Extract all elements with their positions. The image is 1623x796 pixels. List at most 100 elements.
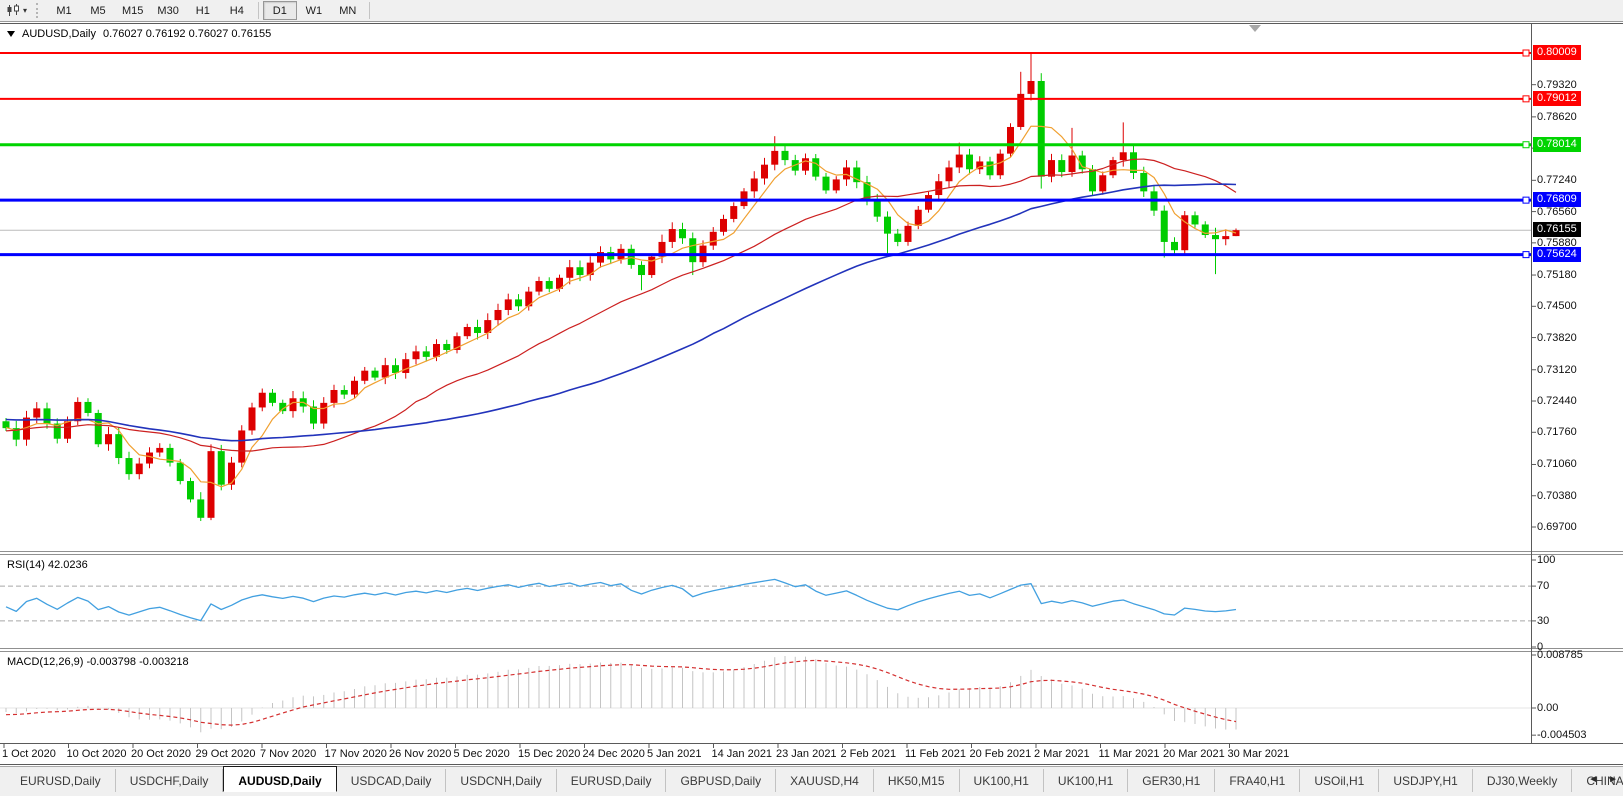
chart-tab-USOil-H1[interactable]: USOil,H1 bbox=[1300, 769, 1380, 792]
candle bbox=[1222, 229, 1230, 246]
chart-tab-USDCNH-Daily[interactable]: USDCNH,Daily bbox=[446, 769, 557, 792]
candle bbox=[515, 294, 522, 312]
candle bbox=[53, 418, 61, 444]
candle bbox=[1099, 171, 1107, 195]
chart-tab-USDCHF-Daily[interactable]: USDCHF,Daily bbox=[116, 769, 224, 792]
candle bbox=[74, 397, 82, 426]
candle bbox=[761, 157, 768, 185]
candle bbox=[740, 188, 748, 209]
candle bbox=[966, 148, 973, 175]
candle bbox=[269, 389, 276, 407]
candle bbox=[43, 402, 51, 429]
candle bbox=[422, 346, 430, 362]
tab-scroll-arrows: ◄ ► bbox=[1588, 774, 1618, 786]
candle bbox=[392, 358, 399, 380]
candle bbox=[310, 400, 317, 430]
chart-title: AUDUSD,Daily 0.76027 0.76192 0.76027 0.7… bbox=[7, 28, 271, 40]
chart-tab-GBPUSD-Daily[interactable]: GBPUSD,Daily bbox=[666, 769, 777, 792]
chart-tab-EURUSD-Daily[interactable]: EURUSD,Daily bbox=[557, 769, 667, 792]
candle bbox=[453, 332, 461, 354]
candle bbox=[976, 156, 984, 175]
timeframe-buttons: M1 M5 M15 M30 H1 H4 D1 W1 MN bbox=[47, 1, 374, 20]
candle bbox=[638, 261, 645, 291]
candle bbox=[648, 253, 656, 278]
candle bbox=[381, 357, 389, 385]
candle bbox=[945, 160, 953, 188]
candle bbox=[12, 420, 20, 447]
candle bbox=[402, 352, 410, 379]
candle bbox=[1058, 154, 1066, 178]
chart-canvas[interactable] bbox=[0, 23, 1623, 765]
candle bbox=[412, 345, 420, 365]
chart-tab-USDJPY-H1[interactable]: USDJPY,H1 bbox=[1379, 769, 1473, 792]
chart-tab-EURUSD-Daily[interactable]: EURUSD,Daily bbox=[6, 769, 116, 792]
candle bbox=[1140, 166, 1148, 197]
chart-tab-UK100-H1[interactable]: UK100,H1 bbox=[1044, 769, 1129, 792]
chart-tab-USDCAD-Daily[interactable]: USDCAD,Daily bbox=[337, 769, 447, 792]
tab-scroll-left-button[interactable]: ◄ bbox=[1588, 774, 1598, 786]
candle bbox=[1017, 71, 1025, 130]
chart-type-button[interactable]: ▾ bbox=[2, 3, 31, 18]
candle bbox=[248, 402, 256, 435]
candle bbox=[146, 447, 153, 469]
one-click-trading-toggle-icon[interactable] bbox=[7, 31, 15, 37]
candle bbox=[463, 323, 471, 340]
candle bbox=[494, 303, 502, 326]
candle bbox=[1130, 145, 1137, 180]
timeframe-button-W1[interactable]: W1 bbox=[297, 1, 331, 20]
candle bbox=[1191, 211, 1199, 228]
horizontal-line-anchor bbox=[1522, 95, 1530, 103]
macd-indicator-label: MACD(12,26,9) -0.003798 -0.003218 bbox=[7, 656, 189, 668]
chart-tabs-bar: EURUSD,Daily USDCHF,Daily AUDUSD,Daily USDC… bbox=[0, 766, 1623, 792]
dropdown-caret-icon: ▾ bbox=[23, 5, 28, 15]
macd-histogram bbox=[5, 656, 1237, 733]
candlestick-chart-icon bbox=[7, 4, 19, 16]
candle bbox=[720, 214, 727, 236]
timeframe-button-M1[interactable]: M1 bbox=[47, 1, 81, 20]
timeframe-button-MN[interactable]: MN bbox=[331, 1, 365, 20]
candle bbox=[853, 160, 861, 189]
chart-tab-HK50-M15[interactable]: HK50,M15 bbox=[874, 769, 960, 792]
candle bbox=[986, 156, 994, 180]
chart-tab-AUDUSD-Daily[interactable]: AUDUSD,Daily bbox=[223, 766, 337, 792]
candle bbox=[668, 222, 676, 249]
candle bbox=[258, 388, 266, 412]
candle bbox=[84, 398, 92, 417]
chart-symbol-period: AUDUSD,Daily bbox=[22, 28, 96, 40]
candle bbox=[679, 222, 686, 244]
mt4-application: ▾ M1 M5 M15 M30 H1 H4 D1 W1 MN AUDUSD,Daily 0.76… bbox=[0, 0, 1623, 796]
candle bbox=[802, 153, 809, 175]
timeframe-button-H4[interactable]: H4 bbox=[220, 1, 254, 20]
candle bbox=[1048, 153, 1055, 183]
chart-shift-marker[interactable] bbox=[1249, 25, 1261, 32]
candle bbox=[156, 443, 164, 457]
candle bbox=[1212, 227, 1219, 275]
candle bbox=[371, 367, 379, 381]
candle bbox=[504, 293, 512, 316]
chart-ohlc-values: 0.76027 0.76192 0.76027 0.76155 bbox=[102, 28, 272, 40]
candle bbox=[228, 456, 235, 490]
chart-tab-DJ30-Weekly[interactable]: DJ30,Weekly bbox=[1473, 769, 1573, 792]
candle bbox=[125, 451, 133, 480]
toolbar-divider bbox=[257, 2, 259, 19]
tab-scroll-right-button[interactable]: ► bbox=[1608, 774, 1618, 786]
candle bbox=[955, 142, 963, 174]
timeframe-button-H1[interactable]: H1 bbox=[186, 1, 220, 20]
timeframe-button-D1[interactable]: D1 bbox=[262, 1, 297, 20]
candle bbox=[1160, 205, 1168, 258]
candle bbox=[781, 145, 789, 166]
chart-tab-XAUUSD-H4[interactable]: XAUUSD,H4 bbox=[776, 769, 874, 792]
toolbar-grip[interactable] bbox=[36, 3, 40, 18]
candle bbox=[1171, 237, 1178, 255]
candle bbox=[1201, 221, 1209, 238]
timeframe-button-M30[interactable]: M30 bbox=[150, 1, 185, 20]
horizontal-line-anchor bbox=[1522, 196, 1530, 204]
timeframe-button-M15[interactable]: M15 bbox=[115, 1, 150, 20]
timeframe-button-M5[interactable]: M5 bbox=[81, 1, 115, 20]
chart-tab-FRA40-H1[interactable]: FRA40,H1 bbox=[1215, 769, 1301, 792]
chart-tab-UK100-H1[interactable]: UK100,H1 bbox=[960, 769, 1044, 792]
chart-tabs: EURUSD,Daily USDCHF,Daily AUDUSD,Daily USDC… bbox=[6, 766, 1623, 792]
candle bbox=[904, 221, 912, 246]
chart-tab-GER30-H1[interactable]: GER30,H1 bbox=[1128, 769, 1216, 792]
candle bbox=[894, 228, 902, 247]
